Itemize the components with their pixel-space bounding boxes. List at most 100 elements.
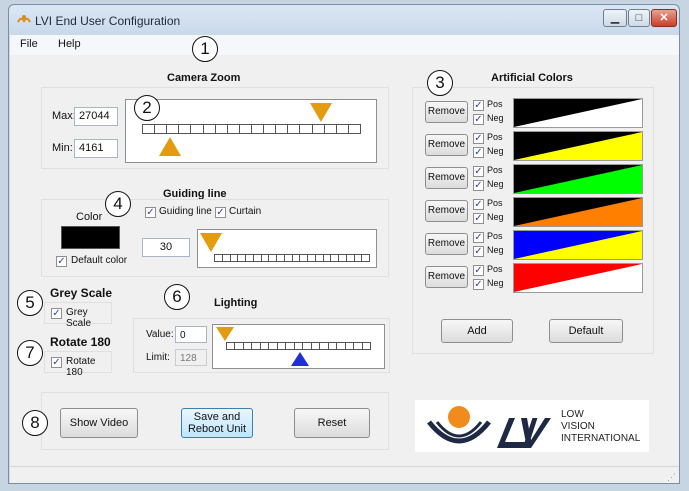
marker-8: 8 xyxy=(22,410,48,436)
neg-checkbox[interactable]: ✓ xyxy=(473,147,484,158)
pos-label: Pos xyxy=(487,264,503,274)
show-video-button[interactable]: Show Video xyxy=(60,408,138,438)
artificial-color-row: Remove ✓ Pos ✓ Neg xyxy=(413,263,655,293)
marker-7: 7 xyxy=(17,340,43,366)
marker-1: 1 xyxy=(192,36,218,62)
grey-scale-group: ✓ Grey Scale xyxy=(44,302,112,329)
curtain-label: Curtain xyxy=(229,206,262,217)
artificial-colors-title: Artificial Colors xyxy=(491,72,573,84)
zoom-ticks xyxy=(142,124,361,134)
neg-label: Neg xyxy=(487,212,504,222)
neg-checkbox[interactable]: ✓ xyxy=(473,213,484,224)
artificial-color-row: Remove ✓ Pos ✓ Neg xyxy=(413,131,655,161)
lvi-logo: LOW VISION INTERNATIONAL xyxy=(415,400,649,452)
neg-label: Neg xyxy=(487,146,504,156)
rotate-group: ✓ Rotate 180 xyxy=(44,351,112,378)
remove-button[interactable]: Remove xyxy=(425,233,468,255)
grey-scale-label: Grey Scale xyxy=(66,307,92,329)
save-reboot-line2: Reboot Unit xyxy=(187,423,247,435)
artificial-color-row: Remove ✓ Pos ✓ Neg xyxy=(413,98,655,128)
zoom-min-thumb[interactable] xyxy=(159,137,181,156)
lighting-value-thumb[interactable] xyxy=(216,327,234,341)
save-reboot-button[interactable]: Save and Reboot Unit xyxy=(181,408,253,438)
artificial-color-row: Remove ✓ Pos ✓ Neg xyxy=(413,197,655,227)
window-title: LVI End User Configuration xyxy=(35,14,181,28)
pos-checkbox[interactable]: ✓ xyxy=(473,166,484,177)
min-label: Min: xyxy=(52,142,73,154)
default-color-checkbox[interactable]: ✓ xyxy=(56,256,67,267)
menu-bar: File Help xyxy=(10,35,679,55)
lighting-value-input[interactable]: 0 xyxy=(175,326,207,343)
logo-line2: VISION xyxy=(561,421,595,432)
zoom-max-thumb[interactable] xyxy=(310,103,332,122)
guiding-line-checkbox[interactable]: ✓ xyxy=(145,207,156,218)
neg-label: Neg xyxy=(487,245,504,255)
rotate-title: Rotate 180 xyxy=(50,335,111,349)
artificial-color-row: Remove ✓ Pos ✓ Neg xyxy=(413,164,655,194)
pos-label: Pos xyxy=(487,132,503,142)
marker-6: 6 xyxy=(164,284,190,310)
guiding-line-color-swatch[interactable] xyxy=(61,226,120,249)
default-button[interactable]: Default xyxy=(549,319,623,343)
max-zoom-input[interactable]: 27044 xyxy=(74,107,118,126)
menu-help[interactable]: Help xyxy=(58,38,81,50)
curtain-checkbox[interactable]: ✓ xyxy=(215,207,226,218)
limit-label: Limit: xyxy=(146,352,170,363)
pos-checkbox[interactable]: ✓ xyxy=(473,100,484,111)
pos-checkbox[interactable]: ✓ xyxy=(473,232,484,243)
remove-button[interactable]: Remove xyxy=(425,200,468,222)
remove-button[interactable]: Remove xyxy=(425,167,468,189)
lighting-limit-input: 128 xyxy=(175,349,207,366)
neg-checkbox[interactable]: ✓ xyxy=(473,180,484,191)
neg-label: Neg xyxy=(487,179,504,189)
artificial-colors-group: Remove ✓ Pos ✓ Neg Remove ✓ Pos ✓ Neg Remove ✓ Pos ✓ N… xyxy=(412,87,654,354)
camera-zoom-group: Max: 27044 Min: 4161 xyxy=(41,87,389,169)
marker-4: 4 xyxy=(105,191,131,217)
close-button[interactable]: ✕ xyxy=(651,9,677,27)
color-pair-swatch xyxy=(513,98,643,128)
value-label: Value: xyxy=(146,329,174,340)
neg-checkbox[interactable]: ✓ xyxy=(473,246,484,257)
lighting-slider[interactable] xyxy=(212,324,385,369)
rotate-180-checkbox[interactable]: ✓ xyxy=(51,357,62,368)
neg-checkbox[interactable]: ✓ xyxy=(473,114,484,125)
guiding-line-ticks xyxy=(214,254,370,262)
guiding-line-thumb[interactable] xyxy=(200,233,222,252)
guiding-line-group: Color ✓ Default color ✓ Guiding line ✓ C… xyxy=(41,199,389,277)
remove-button[interactable]: Remove xyxy=(425,101,468,123)
resize-grip-icon[interactable]: ⋰ xyxy=(667,472,676,483)
neg-label: Neg xyxy=(487,113,504,123)
add-button[interactable]: Add xyxy=(441,319,513,343)
remove-button[interactable]: Remove xyxy=(425,134,468,156)
color-pair-swatch xyxy=(513,164,643,194)
neg-label: Neg xyxy=(487,278,504,288)
lighting-limit-thumb[interactable] xyxy=(291,352,309,366)
grey-scale-title: Grey Scale xyxy=(50,286,113,300)
pos-checkbox[interactable]: ✓ xyxy=(473,199,484,210)
logo-line3: INTERNATIONAL xyxy=(561,433,641,444)
menu-file[interactable]: File xyxy=(20,38,38,50)
minimize-button[interactable]: ▁ xyxy=(603,9,627,27)
pos-checkbox[interactable]: ✓ xyxy=(473,133,484,144)
reset-button[interactable]: Reset xyxy=(294,408,370,438)
min-zoom-input[interactable]: 4161 xyxy=(74,139,118,158)
maximize-button[interactable]: □ xyxy=(628,9,650,27)
pos-checkbox[interactable]: ✓ xyxy=(473,265,484,276)
zoom-slider[interactable] xyxy=(125,99,377,163)
lvi-logo-mark xyxy=(427,406,551,448)
rotate-180-label: Rotate 180 xyxy=(66,356,96,378)
title-bar[interactable]: LVI End User Configuration ▁ □ ✕ xyxy=(9,5,679,35)
guiding-line-slider[interactable] xyxy=(197,229,377,268)
grey-scale-checkbox[interactable]: ✓ xyxy=(51,308,62,319)
guiding-line-value-input[interactable]: 30 xyxy=(142,238,190,257)
remove-button[interactable]: Remove xyxy=(425,266,468,288)
lighting-group: Value: 0 Limit: 128 xyxy=(133,318,390,373)
color-pair-swatch xyxy=(513,131,643,161)
artificial-color-row: Remove ✓ Pos ✓ Neg xyxy=(413,230,655,260)
save-reboot-line1: Save and xyxy=(193,411,241,423)
pos-label: Pos xyxy=(487,198,503,208)
neg-checkbox[interactable]: ✓ xyxy=(473,279,484,290)
actions-group: Show Video Save and Reboot Unit Reset xyxy=(41,392,389,450)
lvi-app-icon xyxy=(17,15,31,23)
guiding-line-label: Guiding line xyxy=(159,206,212,217)
